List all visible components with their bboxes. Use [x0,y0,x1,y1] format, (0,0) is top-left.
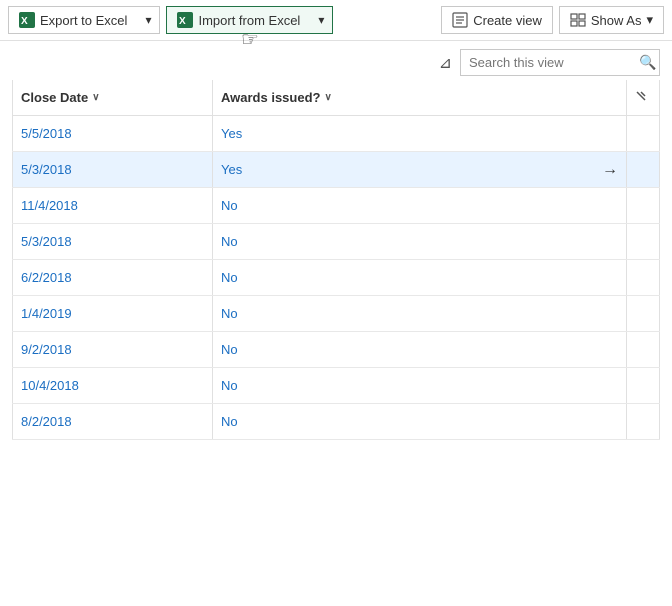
export-excel-group: X Export to Excel ▾ [8,6,160,34]
cell-awards-issued[interactable]: Yes→ [213,152,627,188]
cell-extra [627,224,660,260]
import-excel-chevron: ▾ [318,13,324,27]
import-excel-group: X Import from Excel ▾ ☞ [166,6,333,34]
import-excel-dropdown[interactable]: ▾ [310,6,333,34]
cell-close-date[interactable]: 11/4/2018 [13,188,213,224]
export-excel-label: Export to Excel [40,13,127,28]
cell-close-date[interactable]: 8/2/2018 [13,404,213,440]
create-view-icon [452,12,468,28]
import-excel-button[interactable]: X Import from Excel [166,6,310,34]
create-view-label: Create view [473,13,542,28]
cell-extra [627,188,660,224]
create-view-button[interactable]: Create view [441,6,553,34]
row-arrow-icon: → [602,161,618,179]
show-as-chevron: ▾ [646,12,653,28]
table-row: 5/5/2018Yes [13,116,660,152]
export-excel-chevron: ▾ [145,13,151,27]
cell-awards-issued[interactable]: No [213,188,627,224]
awards-issued-sort-icon: ∨ [324,92,331,103]
cell-close-date[interactable]: 6/2/2018 [13,260,213,296]
close-date-label: Close Date [21,90,88,105]
search-input[interactable] [461,50,631,75]
data-table: Close Date ∨ Awards issued? ∨ [12,80,660,440]
awards-issued-label: Awards issued? [221,90,320,105]
excel-icon: X [19,12,35,28]
table-row: 5/3/2018Yes→ [13,152,660,188]
table-row: 10/4/2018No [13,368,660,404]
import-excel-label: Import from Excel [198,13,300,28]
export-excel-dropdown[interactable]: ▾ [137,6,160,34]
cell-close-date[interactable]: 5/3/2018 [13,224,213,260]
cell-extra [627,332,660,368]
table-row: 5/3/2018No [13,224,660,260]
svg-text:X: X [21,16,28,27]
close-date-sort-icon: ∨ [92,92,99,103]
toolbar: X Export to Excel ▾ X Import from Excel … [0,0,672,41]
search-area: ⊿ 🔍 [0,41,672,80]
svg-text:X: X [179,16,186,27]
table-body: 5/5/2018Yes5/3/2018Yes→11/4/2018No5/3/20… [13,116,660,440]
cell-extra [627,296,660,332]
col-header-close-date[interactable]: Close Date ∨ [13,80,213,116]
col-header-awards-issued[interactable]: Awards issued? ∨ [213,80,627,116]
export-excel-button[interactable]: X Export to Excel [8,6,137,34]
table-row: 11/4/2018No [13,188,660,224]
cell-extra [627,116,660,152]
cell-awards-issued[interactable]: No [213,224,627,260]
resize-grid-icon [635,90,647,102]
cell-awards-issued[interactable]: No [213,332,627,368]
show-as-button[interactable]: Show As ▾ [559,6,664,34]
table-row: 8/2/2018No [13,404,660,440]
show-as-label: Show As [591,13,642,28]
cell-extra [627,404,660,440]
search-button[interactable]: 🔍 [631,50,664,75]
table-row: 9/2/2018No [13,332,660,368]
table-row: 6/2/2018No [13,260,660,296]
filter-icon[interactable]: ⊿ [439,53,452,73]
cell-awards-issued[interactable]: No [213,296,627,332]
cell-awards-issued[interactable]: No [213,368,627,404]
cell-extra [627,368,660,404]
cell-close-date[interactable]: 1/4/2019 [13,296,213,332]
table-row: 1/4/2019No [13,296,660,332]
table-header-row: Close Date ∨ Awards issued? ∨ [13,80,660,116]
show-as-icon [570,12,586,28]
excel-import-icon: X [177,12,193,28]
cell-awards-issued[interactable]: No [213,404,627,440]
cell-extra [627,152,660,188]
cell-close-date[interactable]: 9/2/2018 [13,332,213,368]
cell-close-date[interactable]: 10/4/2018 [13,368,213,404]
cell-extra [627,260,660,296]
col-extra [627,80,660,116]
table-container: Close Date ∨ Awards issued? ∨ [0,80,672,440]
cell-close-date[interactable]: 5/5/2018 [13,116,213,152]
cell-awards-issued[interactable]: Yes [213,116,627,152]
cell-close-date[interactable]: 5/3/2018 [13,152,213,188]
cell-awards-issued[interactable]: No [213,260,627,296]
search-box: 🔍 [460,49,660,76]
